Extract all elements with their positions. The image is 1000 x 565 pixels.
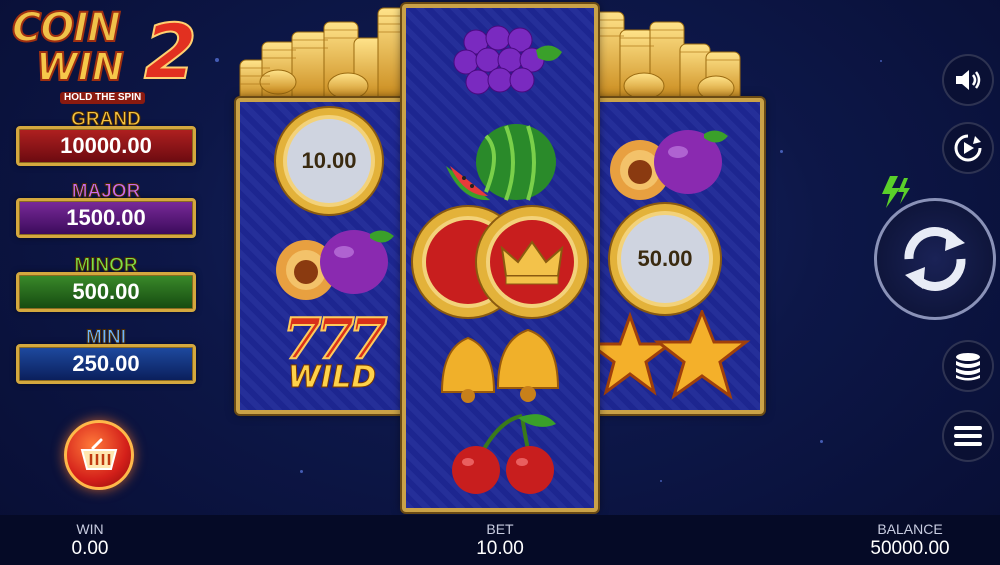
cherries-icon [452,414,556,494]
autoplay-icon [954,134,982,162]
sound-icon [956,70,981,90]
plum-icon [610,130,728,200]
logo-coin-text: COIN [11,5,122,51]
win-display: WIN 0.00 [50,521,130,561]
sparkle [215,58,219,62]
crown-coin-icon [411,205,589,319]
bet-value: 10.00 [476,538,524,559]
balance-display: BALANCE 50000.00 [850,521,970,561]
spin-icon [904,227,966,291]
logo-tagline: HOLD THE SPIN [60,92,146,104]
win-value: 0.00 [71,538,109,559]
menu-icon [954,426,982,446]
star-icon [592,310,751,400]
autoplay-button[interactable] [942,122,994,174]
bet-button[interactable] [942,340,994,392]
reel-left: 10.00 777 WILD [236,98,414,414]
sparkle [660,480,662,482]
jackpot-mini-value: 250.00 [16,344,196,384]
bells-icon [440,328,560,403]
symbol-wild: 777 WILD [262,309,402,396]
balance-label: BALANCE [877,521,943,537]
watermelon-icon [446,124,556,201]
bet-label: BET [486,521,514,537]
plum-icon [276,230,394,300]
menu-button[interactable] [942,410,994,462]
jackpot-mini-label: MINI [85,327,127,348]
bet-stack-icon [956,353,980,381]
symbol-coin: 50.00 [608,202,722,316]
jackpot-major-label: MAJOR [71,181,141,202]
bet-display: BET 10.00 [450,521,550,561]
coin-pile-right [589,11,741,103]
jackpot-minor-label: MINOR [74,255,138,276]
coin-value: 10.00 [301,148,357,173]
jackpot-grand-label: GRAND [71,109,142,130]
buy-feature-button[interactable] [64,420,134,490]
symbol-coin: 10.00 [274,106,384,216]
balance-value: 50000.00 [870,538,950,559]
wild-caption: WILD [287,360,377,395]
coin-pile-left [239,7,413,103]
win-label: WIN [76,521,104,537]
jackpot-grand-value: 10000.00 [16,126,196,166]
basket-icon [80,438,118,470]
game-logo: COIN WIN 2 HOLD THE SPIN [8,4,200,108]
reel-middle [402,4,598,512]
grapes-icon [453,25,562,95]
sparkle [780,150,783,153]
spin-button[interactable] [874,198,996,320]
logo-number: 2 [143,7,198,96]
sparkle [880,60,882,62]
jackpot-minor-value: 500.00 [16,272,196,312]
jackpot-major-value: 1500.00 [16,198,196,238]
sound-button[interactable] [942,54,994,106]
logo-win-text: WIN [35,45,125,89]
sparkle [300,470,303,473]
sparkle [820,440,823,443]
reel-right: 50.00 [584,98,764,414]
coin-value: 50.00 [637,246,693,271]
